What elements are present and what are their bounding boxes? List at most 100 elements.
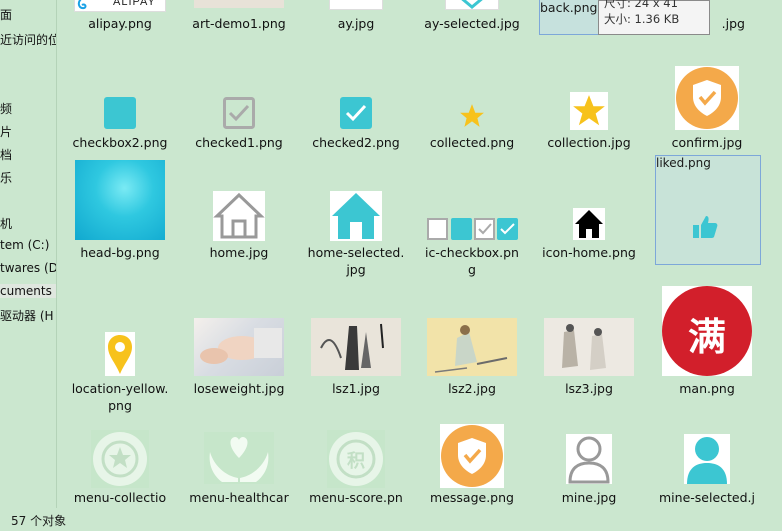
- partial-file-item[interactable]: [773, 382, 782, 394]
- file-name: home.jpg: [209, 245, 269, 260]
- file-item[interactable]: ay.jpg: [306, 0, 406, 40]
- photo-thumbnail: [194, 318, 284, 376]
- file-item[interactable]: loseweight.jpg: [189, 282, 289, 412]
- ay-selected-thumbnail: [445, 0, 499, 10]
- checked-teal-icon: [340, 97, 372, 129]
- file-item[interactable]: home-selected.jpg: [306, 158, 406, 278]
- file-name: message.png: [430, 490, 514, 505]
- file-item[interactable]: menu-healthcar: [189, 424, 289, 508]
- file-name: menu-score.pn: [309, 490, 403, 505]
- file-item[interactable]: menu-collection: [70, 424, 170, 508]
- file-item[interactable]: home.jpg: [189, 158, 289, 268]
- nav-item-music[interactable]: 乐: [0, 169, 12, 186]
- file-name: liked.png: [656, 156, 711, 170]
- nav-item-drive-d[interactable]: twares (D: [0, 261, 56, 275]
- file-item[interactable]: lsz1.jpg: [306, 282, 406, 412]
- nav-item-drive-c[interactable]: tem (C:): [0, 238, 49, 252]
- file-name: menu-healthcar: [189, 490, 289, 505]
- score-icon: 积: [327, 430, 385, 488]
- thumbs-up-icon: [691, 214, 719, 240]
- file-item[interactable]: lsz2.jpg: [422, 282, 522, 412]
- painting-thumbnail: [311, 318, 401, 376]
- home-selected-icon: [330, 191, 382, 241]
- file-item[interactable]: lsz3.jpg: [539, 282, 639, 412]
- file-name: lsz2.jpg: [448, 381, 496, 396]
- file-item[interactable]: checked1.png: [189, 70, 289, 160]
- file-name: ic-checkbox.png: [425, 245, 519, 277]
- file-item[interactable]: mine.jpg: [539, 424, 639, 508]
- file-item[interactable]: mine-selected.j: [657, 424, 757, 508]
- user-selected-icon: [684, 434, 730, 484]
- file-name: loseweight.jpg: [193, 381, 285, 396]
- file-item[interactable]: ic-checkbox.png: [422, 158, 522, 278]
- file-item[interactable]: art-demo1.png: [189, 0, 289, 40]
- header-background-thumbnail: [75, 160, 165, 240]
- location-pin-icon: [105, 332, 135, 376]
- file-name: confirm.jpg: [671, 135, 743, 150]
- file-item[interactable]: checked2.png: [306, 70, 406, 160]
- nav-item-pictures[interactable]: 片: [0, 123, 12, 140]
- star-icon: [570, 92, 608, 130]
- file-name: icon-home.png: [542, 245, 636, 260]
- file-item[interactable]: icon-home.png: [539, 158, 639, 268]
- home-icon: [573, 208, 605, 240]
- nav-item-drive-documents[interactable]: cuments (: [0, 284, 56, 298]
- file-name: ay-selected.jpg: [424, 16, 520, 31]
- star-icon: [459, 103, 485, 129]
- file-item[interactable]: confirm.jpg: [657, 66, 757, 160]
- file-item[interactable]: head-bg.png: [70, 158, 170, 268]
- file-item[interactable]: location-yellow.png: [70, 282, 170, 413]
- file-item[interactable]: message.png: [422, 424, 522, 508]
- nav-item-desktop[interactable]: 面: [0, 6, 12, 23]
- file-item[interactable]: collected.png: [422, 70, 522, 160]
- file-item[interactable]: ay-selected.jpg: [422, 0, 522, 40]
- file-name: art-demo1.png: [192, 16, 286, 31]
- file-item[interactable]: 积 menu-score.pn: [306, 424, 406, 508]
- file-item-selected[interactable]: liked.png: [655, 155, 761, 265]
- nav-item-recent-places[interactable]: 近访问的位: [0, 31, 56, 48]
- checkbox-sprite-icon: [426, 217, 518, 241]
- nav-item-videos[interactable]: 频: [0, 100, 12, 117]
- nav-item-computer[interactable]: 机: [0, 215, 12, 232]
- score-icon-text: 积: [347, 451, 365, 472]
- file-name: collection.jpg: [547, 135, 631, 150]
- shield-check-icon: [675, 66, 739, 130]
- alipay-thumbnail: ALIPAY: [74, 0, 166, 12]
- full-badge-text: 满: [687, 315, 726, 359]
- file-name: alipay.png: [88, 16, 152, 31]
- tooltip-dimensions: 尺寸: 24 x 41: [604, 0, 678, 10]
- file-name: checkbox2.png: [72, 135, 168, 150]
- painting-thumbnail: [544, 318, 634, 376]
- file-name: lsz1.jpg: [332, 381, 380, 396]
- file-name: mine.jpg: [561, 490, 617, 505]
- file-item[interactable]: 满 man.png: [657, 282, 757, 412]
- checked-gray-icon: [223, 97, 255, 129]
- checkbox-icon: [104, 97, 136, 129]
- file-name: mine-selected.j: [659, 490, 755, 505]
- home-icon: [213, 191, 265, 241]
- nav-item-documents[interactable]: 档: [0, 146, 12, 163]
- heart-hands-icon: [204, 432, 274, 484]
- file-list-view: ALIPAY alipay.png art-demo1.png ay.jpg a…: [57, 0, 782, 508]
- file-name: collected.png: [429, 135, 515, 150]
- alipay-logo-text: ALIPAY: [113, 0, 156, 8]
- file-name: home-selected.jpg: [307, 245, 405, 277]
- full-badge-icon: 满: [662, 286, 752, 376]
- status-bar: 57 个对象: [0, 508, 782, 531]
- shield-check-icon: [440, 424, 504, 488]
- file-item[interactable]: checkbox2.png: [70, 70, 170, 160]
- painting-thumbnail: [427, 318, 517, 376]
- user-icon: [566, 434, 612, 484]
- file-item[interactable]: ALIPAY alipay.png: [70, 0, 170, 40]
- navigation-pane: 面 近访问的位 频 片 档 乐 机 tem (C:) twares (D cum…: [0, 0, 57, 508]
- file-name: menu-collection: [73, 490, 167, 508]
- file-name: man.png: [679, 381, 735, 396]
- ay-thumbnail: [329, 0, 383, 10]
- file-name: lsz3.jpg: [565, 381, 613, 396]
- file-name: location-yellow.png: [71, 381, 169, 413]
- file-info-tooltip: 尺寸: 24 x 41 大小: 1.36 KB: [598, 0, 710, 35]
- file-name: ay.jpg: [337, 16, 375, 31]
- nav-item-drive-h[interactable]: 驱动器 (H: [0, 307, 54, 324]
- file-item[interactable]: collection.jpg: [539, 70, 639, 160]
- file-name: checked1.png: [195, 135, 283, 150]
